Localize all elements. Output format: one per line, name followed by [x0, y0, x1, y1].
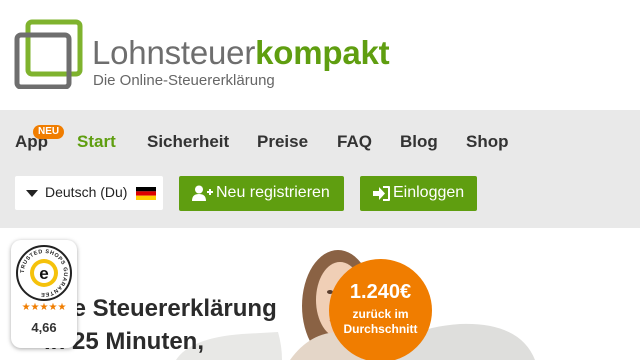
chevron-down-icon [26, 190, 38, 197]
hero-heading-line1: ne Steuererklärung [58, 295, 277, 322]
nav-item-shop[interactable]: Shop [466, 132, 509, 152]
trusted-shops-seal-icon: e TRUSTED SHOPS GUARANTEE [16, 245, 72, 301]
language-label: Deutsch (Du) [45, 184, 128, 200]
refund-text-line2: Durchschnitt [343, 322, 418, 336]
brand-name-part1: Lohnsteuer [92, 34, 256, 71]
brand-tagline: Die Online-Steuererklärung [93, 72, 275, 89]
nav-item-preise[interactable]: Preise [257, 132, 308, 152]
rating-stars: ★★★★★ [21, 302, 67, 313]
sign-in-icon [373, 186, 390, 201]
refund-badge: 1.240€ zurück im Durchschnitt [329, 259, 432, 360]
user-plus-icon [192, 185, 213, 201]
nav-item-sicherheit[interactable]: Sicherheit [147, 132, 229, 152]
flag-de-icon [136, 187, 156, 200]
logo-mark-icon[interactable] [14, 19, 84, 89]
nav-item-blog[interactable]: Blog [400, 132, 438, 152]
login-button[interactable]: Einloggen [360, 176, 477, 211]
language-select[interactable]: Deutsch (Du) [15, 176, 163, 210]
refund-amount: 1.240€ [349, 281, 412, 303]
refund-text-line1: zurück im [352, 307, 409, 321]
brand-name[interactable]: Lohnsteuerkompakt [92, 34, 390, 72]
trusted-shops-widget[interactable]: e TRUSTED SHOPS GUARANTEE ★★★★★ 4,66 [11, 240, 77, 348]
nav-item-start[interactable]: Start [77, 132, 116, 152]
main-nav: App Start Sicherheit Preise FAQ Blog Sho… [0, 132, 640, 156]
nav-item-faq[interactable]: FAQ [337, 132, 372, 152]
register-label: Neu registrieren [216, 184, 330, 201]
brand-name-part2: kompakt [255, 34, 390, 71]
login-label: Einloggen [393, 184, 465, 201]
new-badge: NEU [33, 125, 65, 139]
register-button[interactable]: Neu registrieren [179, 176, 344, 211]
site-header: Lohnsteuerkompakt Die Online-Steuererklä… [0, 0, 640, 110]
seal-letter: e [39, 264, 48, 283]
hero-section: ne Steuererklärung in 25 Minuten, [0, 228, 640, 360]
refund-text: zurück im Durchschnitt [329, 307, 432, 337]
rating-score: 4,66 [31, 320, 57, 335]
